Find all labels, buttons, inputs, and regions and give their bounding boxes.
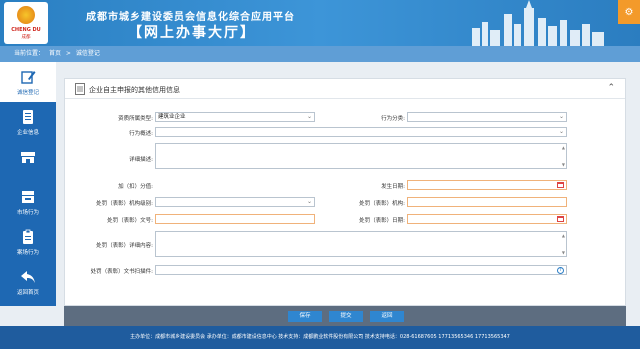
document-icon xyxy=(23,110,33,124)
penalty-attach-label: 处罚（表彰）文书扫描件: xyxy=(90,269,153,275)
edit-icon xyxy=(21,71,36,84)
market-icon xyxy=(22,191,34,203)
breadcrumb-home-link[interactable]: 首页 xyxy=(49,50,61,57)
store-icon xyxy=(21,152,35,163)
panel-header: 企业自主申报的其他信用信息 ⌃ xyxy=(65,79,625,99)
scroll-up-icon: ▲ xyxy=(561,233,565,238)
qual-type-value: 建筑业企业 xyxy=(158,114,186,120)
breadcrumb-current: 诚信登记 xyxy=(75,50,100,57)
chevron-down-icon: ⌄ xyxy=(558,113,564,120)
panel-title: 企业自主申报的其他信用信息 xyxy=(89,86,180,94)
chevron-up-icon[interactable]: ⌃ xyxy=(607,83,615,93)
sidebar: 诚信登记 企业信息 市场行为 案场行为 返回首页 xyxy=(0,62,56,306)
logo: CHENG DU 成都 xyxy=(4,2,48,44)
scroll-down-icon: ▼ xyxy=(561,250,565,255)
footer: 主办单位：成都市城乡建设委员会 承办单位：成都市建设信息中心 技术支持：成都鹏业… xyxy=(0,326,640,349)
penalty-org-label: 处罚（表彰）机构: xyxy=(359,201,405,207)
scroll-down-icon: ▼ xyxy=(561,162,565,167)
penalty-date-input[interactable] xyxy=(407,214,567,224)
breadcrumb: 当前位置： 首页 > 诚信登记 xyxy=(0,46,640,62)
qual-type-label: 资质所属类型: xyxy=(118,116,153,122)
chevron-down-icon: ⌄ xyxy=(306,198,312,205)
platform-subtitle: 【网上办事大厅】 xyxy=(128,25,256,41)
skyline-decoration xyxy=(472,0,604,46)
sidebar-item-label: 诚信登记 xyxy=(16,90,39,96)
sidebar-item-label: 返回首页 xyxy=(16,290,39,296)
logo-emblem xyxy=(17,6,35,24)
chevron-down-icon: ⌄ xyxy=(306,113,312,120)
settings-button[interactable]: ⚙ xyxy=(618,0,640,24)
sidebar-item-market-behavior[interactable]: 市场行为 xyxy=(0,182,56,222)
logo-subtext: 成都 xyxy=(21,35,31,40)
penalty-docno-label: 处罚（表彰）文号: xyxy=(107,218,153,224)
document-icon xyxy=(75,83,85,95)
sidebar-item-site-behavior[interactable]: 案场行为 xyxy=(0,222,56,262)
qual-type-select[interactable]: 建筑业企业 ⌄ xyxy=(155,112,315,122)
behavior-desc-select[interactable]: ⌄ xyxy=(155,127,567,137)
penalty-date-label: 处罚（表彰）日期: xyxy=(359,218,405,224)
logo-text: CHENG DU xyxy=(11,27,41,33)
save-button[interactable]: 保存 xyxy=(288,311,322,322)
penalty-detail-label: 处罚（表彰）详细内容: xyxy=(96,243,153,249)
header: CHENG DU 成都 成都市城乡建设委员会信息化综合应用平台 【网上办事大厅】… xyxy=(0,0,640,46)
clipboard-icon xyxy=(23,229,33,244)
gear-icon: ⚙ xyxy=(624,6,634,18)
penalty-detail-textarea[interactable]: ▲ ▼ xyxy=(155,231,567,257)
breadcrumb-separator: > xyxy=(65,50,71,57)
breadcrumb-prefix: 当前位置： xyxy=(14,50,45,57)
action-bar: 保存 提交 返回 xyxy=(64,306,626,326)
detail-desc-textarea[interactable]: ▲ ▼ xyxy=(155,143,567,169)
occur-date-input[interactable] xyxy=(407,180,567,190)
penalty-level-label: 处罚（表彰）机构级别: xyxy=(96,201,153,207)
detail-desc-label: 详细描述: xyxy=(129,157,153,163)
penalty-docno-input[interactable] xyxy=(155,214,315,224)
platform-title: 成都市城乡建设委员会信息化综合应用平台 xyxy=(86,12,295,23)
sidebar-item-label: 企业信息 xyxy=(16,130,39,136)
occur-date-label: 发生日期: xyxy=(381,184,405,190)
back-arrow-icon xyxy=(21,271,35,283)
sidebar-item-back-home[interactable]: 返回首页 xyxy=(0,262,56,302)
footer-text: 主办单位：成都市城乡建设委员会 承办单位：成都市建设信息中心 技术支持：成都鹏业… xyxy=(130,334,510,340)
penalty-attach-input[interactable]: ↑ xyxy=(155,265,567,275)
chevron-down-icon: ⌄ xyxy=(558,128,564,135)
back-button[interactable]: 返回 xyxy=(370,311,404,322)
scroll-up-icon: ▲ xyxy=(561,145,565,150)
calendar-icon[interactable] xyxy=(557,182,564,188)
calendar-icon[interactable] xyxy=(557,216,564,222)
score-label: 加（扣）分值: xyxy=(118,184,153,190)
behavior-cat-select[interactable]: ⌄ xyxy=(407,112,567,122)
sidebar-item-credit-register[interactable]: 诚信登记 xyxy=(0,62,56,102)
credit-info-panel: 企业自主申报的其他信用信息 ⌃ 资质所属类型: 建筑业企业 ⌄ 行为分类: ⌄ … xyxy=(64,78,626,306)
sidebar-item-label: 市场行为 xyxy=(16,210,39,216)
upload-icon[interactable]: ↑ xyxy=(557,267,564,274)
sidebar-item-store[interactable] xyxy=(0,142,56,182)
behavior-desc-label: 行为概述: xyxy=(129,131,153,137)
sidebar-item-enterprise-info[interactable]: 企业信息 xyxy=(0,102,56,142)
penalty-org-input[interactable] xyxy=(407,197,567,207)
behavior-cat-label: 行为分类: xyxy=(381,116,405,122)
submit-button[interactable]: 提交 xyxy=(329,311,363,322)
sidebar-item-label: 案场行为 xyxy=(16,250,39,256)
penalty-level-select[interactable]: ⌄ xyxy=(155,197,315,207)
